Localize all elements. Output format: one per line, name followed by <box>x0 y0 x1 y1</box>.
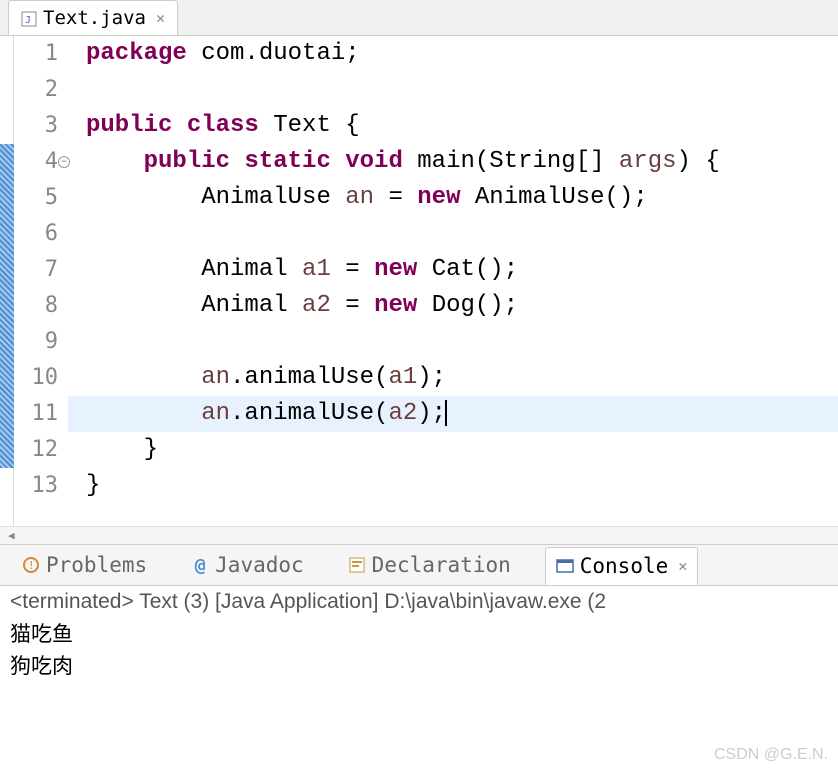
console-output-line: 狗吃肉 <box>10 650 828 682</box>
editor-tab-bar: J Text.java ✕ <box>0 0 838 36</box>
tab-label: Problems <box>46 553 147 577</box>
declaration-icon <box>348 556 366 574</box>
code-editor[interactable]: 1234−5678910111213 package com.duotai;pu… <box>0 36 838 526</box>
console-output-line: 猫吃鱼 <box>10 618 828 650</box>
code-line[interactable] <box>86 72 838 108</box>
line-number: 13 <box>14 468 58 504</box>
line-number: 8 <box>14 288 58 324</box>
tab-javadoc[interactable]: @ Javadoc <box>181 547 314 583</box>
line-number: 6 <box>14 216 58 252</box>
file-tab-label: Text.java <box>43 7 146 29</box>
bottom-views-tabbar: ! Problems @ Javadoc Declaration Console… <box>0 544 838 586</box>
close-tab-icon[interactable]: ✕ <box>156 9 165 27</box>
code-line[interactable]: } <box>86 432 838 468</box>
code-area[interactable]: package com.duotai; public class Text { p… <box>68 36 838 526</box>
line-number: 3 <box>14 108 58 144</box>
code-line[interactable]: Animal a1 = new Cat(); <box>86 252 838 288</box>
svg-text:J: J <box>25 15 31 26</box>
console-status-line: <terminated> Text (3) [Java Application]… <box>10 590 828 614</box>
scroll-left-arrow[interactable]: ◀ <box>8 529 15 542</box>
tab-label: Javadoc <box>215 553 304 577</box>
code-line[interactable] <box>86 216 838 252</box>
line-number-gutter: 1234−5678910111213 <box>14 36 68 526</box>
tab-label: Declaration <box>372 553 511 577</box>
code-line[interactable]: package com.duotai; <box>86 36 838 72</box>
line-number: 4− <box>14 144 58 180</box>
line-number: 5 <box>14 180 58 216</box>
change-marker <box>0 144 14 468</box>
line-number: 2 <box>14 72 58 108</box>
console-icon <box>556 557 574 575</box>
line-number: 11 <box>14 396 58 432</box>
marker-column <box>0 36 14 526</box>
java-file-icon: J <box>21 10 37 26</box>
problems-icon: ! <box>22 556 40 574</box>
watermark-text: CSDN @G.E.N. <box>714 746 828 764</box>
horizontal-scrollbar[interactable]: ◀ <box>0 526 838 544</box>
code-line[interactable]: } <box>86 468 838 504</box>
close-view-icon[interactable]: ✕ <box>678 557 687 575</box>
line-number: 12 <box>14 432 58 468</box>
code-line[interactable]: public class Text { <box>86 108 838 144</box>
text-cursor <box>445 400 447 426</box>
console-view: <terminated> Text (3) [Java Application]… <box>0 586 838 686</box>
code-line[interactable]: AnimalUse an = new AnimalUse(); <box>86 180 838 216</box>
svg-text:!: ! <box>28 559 35 572</box>
line-number: 7 <box>14 252 58 288</box>
tab-label: Console <box>580 554 669 578</box>
code-line[interactable]: Animal a2 = new Dog(); <box>86 288 838 324</box>
line-number: 9 <box>14 324 58 360</box>
code-line[interactable]: public static void main(String[] args) { <box>86 144 838 180</box>
line-number: 1 <box>14 36 58 72</box>
line-number: 10 <box>14 360 58 396</box>
code-line[interactable] <box>86 324 838 360</box>
console-output[interactable]: 猫吃鱼狗吃肉 <box>10 618 828 682</box>
javadoc-icon: @ <box>191 556 209 574</box>
tab-declaration[interactable]: Declaration <box>338 547 521 583</box>
code-line[interactable]: an.animalUse(a1); <box>86 360 838 396</box>
tab-problems[interactable]: ! Problems <box>12 547 157 583</box>
file-tab-text-java[interactable]: J Text.java ✕ <box>8 0 178 35</box>
tab-console[interactable]: Console ✕ <box>545 547 699 585</box>
